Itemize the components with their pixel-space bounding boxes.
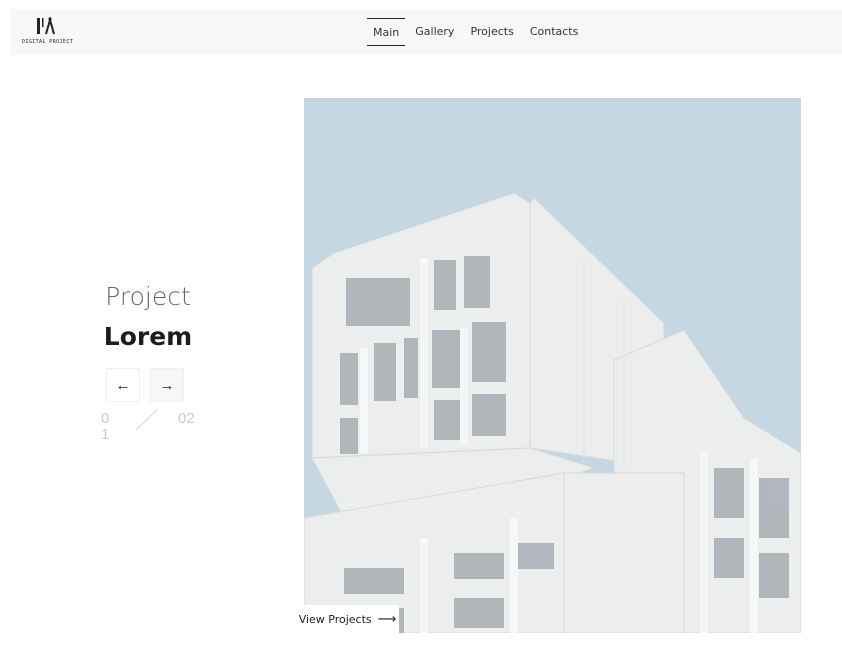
navbar: DIGITAL PROJECT Main Gallery Projects Co…	[11, 9, 842, 55]
view-projects-button[interactable]: View Projects ⟶	[296, 605, 399, 633]
hero-building-image	[304, 98, 801, 633]
arrow-right-icon: →	[159, 376, 175, 394]
arrow-left-icon: ←	[115, 376, 131, 394]
site-logo[interactable]: DIGITAL PROJECT	[22, 16, 74, 48]
view-projects-label: View Projects	[298, 612, 372, 626]
project-title-bold: Lorem	[103, 322, 193, 351]
slide-counter-current: 01	[101, 410, 110, 443]
logo-text: DIGITAL PROJECT	[22, 39, 74, 45]
main-nav: Main Gallery Projects Contacts	[367, 18, 588, 46]
nav-item-contacts[interactable]: Contacts	[524, 18, 585, 46]
counter-divider	[135, 409, 158, 431]
nav-item-gallery[interactable]: Gallery	[409, 18, 460, 46]
project-title-light: Project	[105, 282, 191, 311]
nav-item-projects[interactable]: Projects	[464, 18, 519, 46]
prev-slide-button[interactable]: ←	[106, 368, 140, 402]
logo-mark-icon	[37, 16, 55, 35]
slide-counter-total: 02	[178, 410, 195, 427]
next-slide-button[interactable]: →	[150, 368, 184, 402]
nav-item-main[interactable]: Main	[367, 18, 406, 46]
arrow-right-long-icon: ⟶	[377, 611, 397, 627]
